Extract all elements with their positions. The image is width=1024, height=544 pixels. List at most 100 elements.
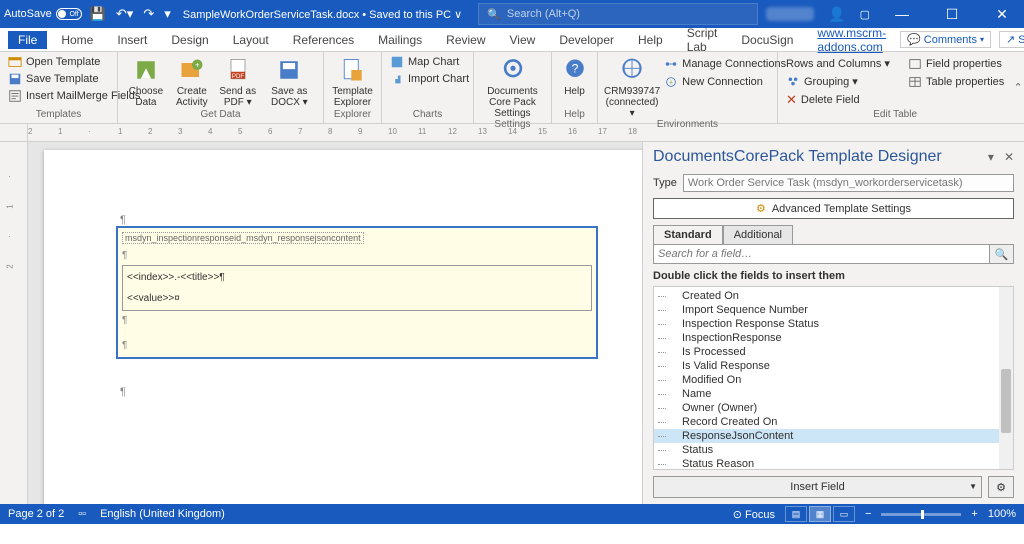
tree-item[interactable]: Is Processed [654, 345, 1013, 359]
tab-additional[interactable]: Additional [723, 225, 793, 244]
tab-file[interactable]: File [8, 31, 47, 49]
template-explorer-button[interactable]: Template Explorer [330, 54, 375, 109]
comments-button[interactable]: 💬 Comments ▾ [900, 31, 991, 48]
tab-addons[interactable]: www.mscrm-addons.com [807, 24, 896, 56]
redo-icon[interactable]: ↷ [143, 6, 154, 22]
autosave-label: AutoSave [4, 8, 52, 20]
tree-item[interactable]: Name [654, 387, 1013, 401]
field-search-button[interactable]: 🔍 [990, 244, 1014, 264]
field-help-text: Double click the fields to insert them [643, 264, 1024, 286]
close-button[interactable]: ✕ [984, 6, 1020, 23]
pane-menu-icon[interactable]: ▾ [988, 150, 994, 164]
table-properties-button[interactable]: Table properties [906, 74, 1006, 90]
zoom-level[interactable]: 100% [988, 508, 1016, 520]
advanced-settings-button[interactable]: ⚙ Advanced Template Settings [653, 198, 1014, 219]
tree-scrollbar[interactable] [999, 287, 1013, 469]
share-button[interactable]: ↗ Share [999, 31, 1024, 48]
tab-help[interactable]: Help [628, 31, 673, 49]
zoom-in-button[interactable]: + [971, 508, 977, 520]
insert-mailmerge-button[interactable]: Insert MailMerge Fields [6, 88, 111, 104]
collapse-ribbon-icon[interactable]: ⌃ [1012, 52, 1024, 123]
tab-developer[interactable]: Developer [549, 31, 624, 49]
delete-field-button[interactable]: ✕Delete Field [784, 91, 904, 109]
document-name[interactable]: SampleWorkOrderServiceTask.docx • Saved … [183, 8, 462, 21]
autosave-toggle[interactable]: AutoSave Off [4, 8, 82, 20]
tree-item[interactable]: Import Sequence Number [654, 303, 1013, 317]
document-area[interactable]: ¶ msdyn_inspectionresponseid_msdyn_respo… [28, 142, 642, 504]
dcp-settings-button[interactable]: Documents Core Pack Settings [480, 54, 545, 119]
field-search-input[interactable] [653, 244, 990, 264]
tab-home[interactable]: Home [51, 31, 103, 49]
tree-item[interactable]: InspectionResponse [654, 331, 1013, 345]
search-box[interactable]: 🔍 Search (Alt+Q) [478, 3, 758, 25]
tree-item[interactable]: ResponseJsonContent [654, 429, 1013, 443]
tab-insert[interactable]: Insert [107, 31, 157, 49]
undo-icon[interactable]: ↶▾ [116, 6, 133, 22]
ribbon-mode-icon[interactable]: ▢ [860, 8, 870, 21]
type-field[interactable]: Work Order Service Task (msdyn_workorder… [683, 174, 1014, 192]
book-icon[interactable]: ▫▫ [78, 508, 86, 520]
page-indicator[interactable]: Page 2 of 2 [8, 508, 64, 520]
vertical-ruler[interactable]: · 1 · 2 [0, 142, 28, 504]
content-control[interactable]: msdyn_inspectionresponseid_msdyn_respons… [116, 226, 598, 359]
quick-access-toolbar: 💾 ↶▾ ↷ ▾ [90, 6, 171, 22]
tree-item[interactable]: Record Created On [654, 415, 1013, 429]
save-template-button[interactable]: Save Template [6, 71, 111, 87]
field-tree[interactable]: Created OnImport Sequence NumberInspecti… [653, 286, 1014, 470]
map-chart-button[interactable]: Map Chart [388, 54, 467, 70]
gear-icon: ⚙ [996, 481, 1006, 494]
tree-item[interactable]: Owner (Owner) [654, 401, 1013, 415]
tab-docusign[interactable]: DocuSign [731, 31, 803, 49]
rows-columns-button[interactable]: Rows and Columns ▾ [784, 56, 904, 71]
tab-layout[interactable]: Layout [223, 31, 279, 49]
language-indicator[interactable]: English (United Kingdom) [100, 508, 225, 520]
choose-data-button[interactable]: Choose Data [124, 54, 168, 109]
print-layout-button[interactable]: ▦ [809, 506, 831, 522]
field-properties-button[interactable]: Field properties [906, 56, 1006, 72]
read-mode-button[interactable]: ▤ [785, 506, 807, 522]
tree-item[interactable]: Created On [654, 289, 1013, 303]
tree-item[interactable]: Inspection Response Status [654, 317, 1013, 331]
tree-item[interactable]: Status Reason [654, 457, 1013, 470]
qat-dropdown-icon[interactable]: ▾ [164, 6, 171, 22]
pane-close-icon[interactable]: ✕ [1004, 150, 1014, 164]
save-icon[interactable]: 💾 [90, 6, 106, 22]
maximize-button[interactable]: ☐ [934, 6, 970, 23]
tab-view[interactable]: View [500, 31, 546, 49]
insert-field-button[interactable]: Insert Field ▼ [653, 476, 982, 498]
crm-connection-button[interactable]: CRM939747 (connected) ▾ [604, 54, 660, 119]
user-avatar-icon[interactable]: 👤 [828, 6, 845, 23]
templates-group-label: Templates [6, 109, 111, 121]
zoom-out-button[interactable]: − [865, 508, 871, 520]
new-connection-button[interactable]: +New Connection [662, 74, 788, 90]
open-template-button[interactable]: Open Template [6, 54, 111, 70]
create-activity-button[interactable]: +Create Activity [170, 54, 214, 109]
svg-text:PDF: PDF [232, 73, 244, 80]
zoom-slider[interactable] [881, 513, 961, 516]
horizontal-ruler[interactable]: 21·123456789101112131415161718 [28, 124, 1024, 141]
save-as-docx-button[interactable]: Save as DOCX ▾ [262, 54, 317, 109]
tab-mailings[interactable]: Mailings [368, 31, 432, 49]
manage-connections-button[interactable]: Manage Connections [662, 56, 788, 72]
getdata-group-label: Get Data [124, 109, 317, 121]
import-chart-button[interactable]: Import Chart [388, 71, 467, 87]
web-layout-button[interactable]: ▭ [833, 506, 855, 522]
tree-item[interactable]: Status [654, 443, 1013, 457]
focus-mode-button[interactable]: ⊙ Focus [733, 508, 775, 521]
search-icon: 🔍 [487, 8, 501, 21]
tree-item[interactable]: Is Valid Response [654, 359, 1013, 373]
tab-design[interactable]: Design [161, 31, 218, 49]
send-as-pdf-button[interactable]: PDFSend as PDF ▾ [216, 54, 260, 109]
tab-scriptlab[interactable]: Script Lab [677, 24, 728, 56]
grouping-button[interactable]: Grouping ▾ [784, 73, 904, 89]
task-pane: DocumentsCorePack Template Designer ▾ ✕ … [642, 142, 1024, 504]
tab-standard[interactable]: Standard [653, 225, 723, 244]
options-button[interactable]: ⚙ [988, 476, 1014, 498]
tree-item[interactable]: Modified On [654, 373, 1013, 387]
tab-references[interactable]: References [283, 31, 364, 49]
help-button[interactable]: ?Help [558, 54, 591, 109]
svg-text:+: + [669, 80, 673, 87]
tab-review[interactable]: Review [436, 31, 495, 49]
status-bar: Page 2 of 2 ▫▫ English (United Kingdom) … [0, 504, 1024, 524]
minimize-button[interactable]: — [884, 6, 920, 22]
